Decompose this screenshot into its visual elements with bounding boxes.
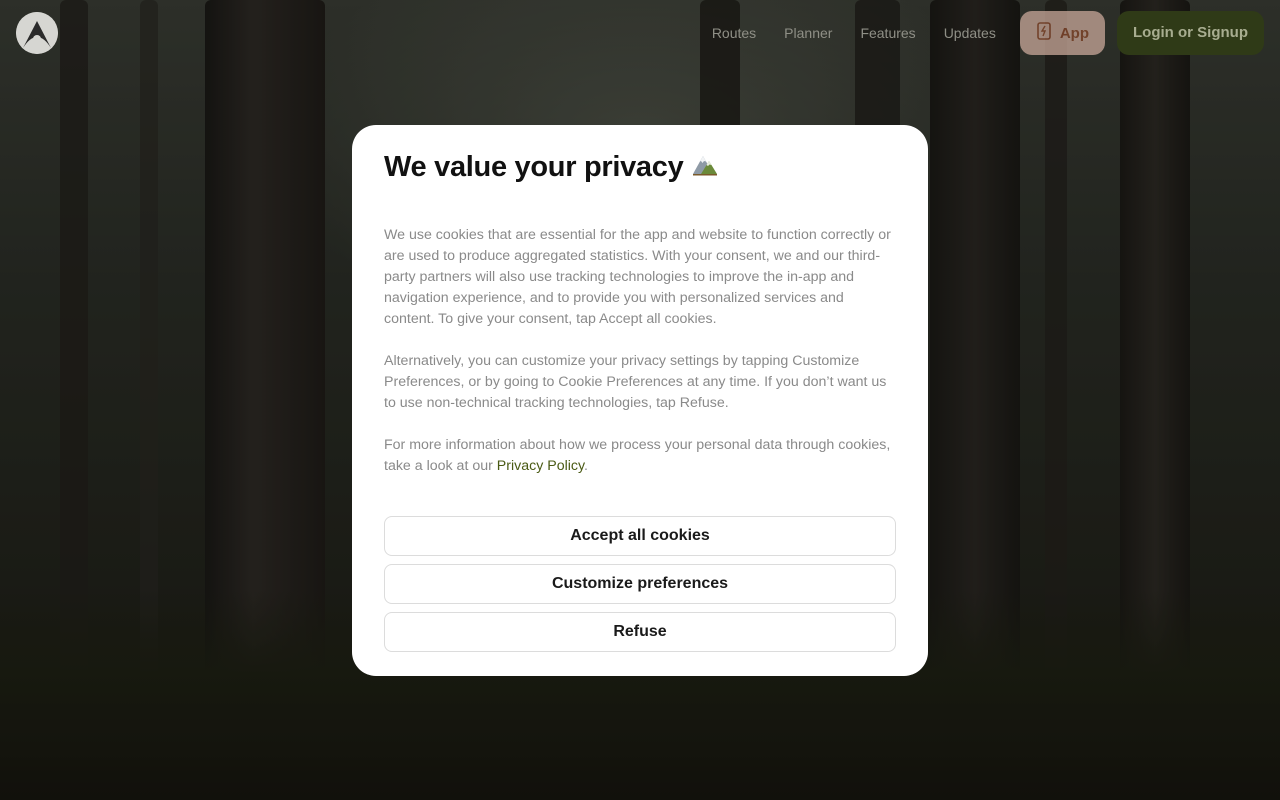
accept-all-cookies-button[interactable]: Accept all cookies [384,516,896,556]
consent-paragraph: We use cookies that are essential for th… [384,227,891,327]
nav-link-features[interactable]: Features [860,11,915,55]
nav-link-routes[interactable]: Routes [712,11,756,55]
more-info-end: . [584,458,588,474]
privacy-policy-link[interactable]: Privacy Policy [497,458,584,474]
customize-paragraph: Alternatively, you can customize your pr… [384,353,887,411]
phone-icon [1036,22,1052,44]
modal-title-text: We value your privacy [384,150,684,183]
more-info-paragraph: For more information about how we proces… [384,435,896,477]
logo-icon[interactable] [16,12,58,54]
nav-link-planner[interactable]: Planner [784,11,832,55]
privacy-modal: We value your privacy We use cookies tha… [352,125,928,676]
customize-preferences-button[interactable]: Customize preferences [384,564,896,604]
more-info-text: For more information about how we proces… [384,437,891,474]
modal-title: We value your privacy [384,147,896,187]
mountain-icon [691,150,719,184]
app-button[interactable]: App [1019,11,1106,55]
nav-link-updates[interactable]: Updates [944,11,996,55]
site-header: Routes Planner Features Updates App Logi… [0,0,1280,66]
login-signup-button[interactable]: Login or Signup [1117,11,1264,55]
refuse-button[interactable]: Refuse [384,612,896,652]
modal-actions: Accept all cookies Customize preferences… [384,516,896,652]
modal-body: We use cookies that are essential for th… [384,225,896,477]
app-button-label: App [1059,24,1090,42]
main-nav: Routes Planner Features Updates App Logi… [712,11,1264,55]
